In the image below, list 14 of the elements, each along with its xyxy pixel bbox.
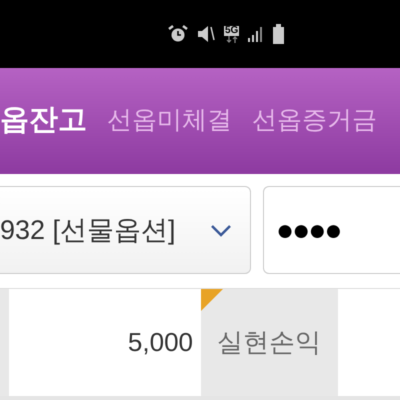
chevron-down-icon xyxy=(210,224,232,236)
password-field[interactable]: ●●●● xyxy=(263,186,400,274)
value-cell-text: 5,000 xyxy=(126,326,194,359)
tab[interactable]: 옵잔고 xyxy=(0,99,87,143)
mute-icon xyxy=(197,25,215,43)
tab[interactable]: 선옵증거금 xyxy=(252,102,377,140)
label-cell-text: 실현손익 xyxy=(216,326,321,359)
data-arrows-icon xyxy=(226,36,238,42)
tab[interactable]: 선옵미체결 xyxy=(107,102,232,140)
network-label: 5G xyxy=(224,26,240,36)
account-select[interactable]: 932 [선물옵션] xyxy=(0,186,251,274)
signal-icon xyxy=(248,26,264,42)
alarm-icon xyxy=(168,25,188,43)
battery-icon xyxy=(273,24,284,44)
